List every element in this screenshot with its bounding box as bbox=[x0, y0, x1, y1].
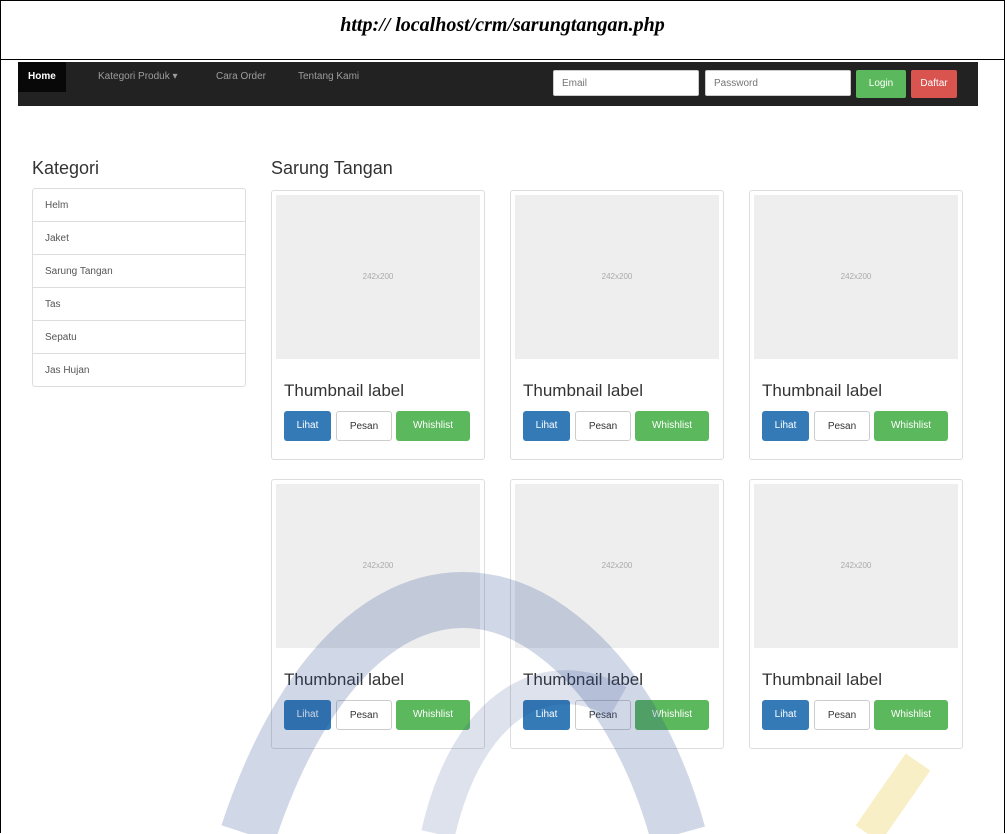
wishlist-button[interactable]: Whishlist bbox=[874, 411, 948, 441]
product-label: Thumbnail label bbox=[284, 381, 405, 400]
product-image-placeholder: 242x200 bbox=[515, 484, 719, 648]
navbar: Home Kategori Produk ▾ Cara Order Tentan… bbox=[18, 62, 978, 106]
product-label: Thumbnail label bbox=[762, 670, 883, 689]
sidebar-item-jaket[interactable]: Jaket bbox=[32, 221, 246, 255]
order-button[interactable]: Pesan bbox=[336, 411, 392, 441]
sidebar-item-sarung-tangan[interactable]: Sarung Tangan bbox=[32, 254, 246, 288]
page-screenshot: Home Kategori Produk ▾ Cara Order Tentan… bbox=[18, 62, 987, 834]
sidebar-item-helm[interactable]: Helm bbox=[32, 188, 246, 222]
nav-tentang-kami[interactable]: Tentang Kami bbox=[288, 62, 369, 92]
sidebar-item-sepatu[interactable]: Sepatu bbox=[32, 320, 246, 354]
product-card: 242x200 Thumbnail label Lihat Pesan Whis… bbox=[510, 190, 724, 460]
sidebar-item-tas[interactable]: Tas bbox=[32, 287, 246, 321]
email-input[interactable] bbox=[553, 70, 699, 96]
product-image-placeholder: 242x200 bbox=[276, 195, 480, 359]
view-button[interactable]: Lihat bbox=[523, 700, 570, 730]
order-button[interactable]: Pesan bbox=[814, 411, 870, 441]
view-button[interactable]: Lihat bbox=[762, 700, 809, 730]
product-image-placeholder: 242x200 bbox=[754, 195, 958, 359]
wishlist-button[interactable]: Whishlist bbox=[635, 700, 709, 730]
nav-cara-order[interactable]: Cara Order bbox=[206, 62, 276, 92]
wishlist-button[interactable]: Whishlist bbox=[396, 700, 470, 730]
order-button[interactable]: Pesan bbox=[814, 700, 870, 730]
view-button[interactable]: Lihat bbox=[284, 411, 331, 441]
product-card: 242x200 Thumbnail label Lihat Pesan Whis… bbox=[749, 479, 963, 749]
wishlist-button[interactable]: Whishlist bbox=[874, 700, 948, 730]
wishlist-button[interactable]: Whishlist bbox=[396, 411, 470, 441]
order-button[interactable]: Pesan bbox=[575, 411, 631, 441]
product-card: 242x200 Thumbnail label Lihat Pesan Whis… bbox=[749, 190, 963, 460]
product-label: Thumbnail label bbox=[523, 670, 644, 689]
password-input[interactable] bbox=[705, 70, 851, 96]
view-button[interactable]: Lihat bbox=[523, 411, 570, 441]
nav-kategori-produk[interactable]: Kategori Produk ▾ bbox=[88, 62, 188, 92]
order-button[interactable]: Pesan bbox=[575, 700, 631, 730]
product-label: Thumbnail label bbox=[523, 381, 644, 400]
order-button[interactable]: Pesan bbox=[336, 700, 392, 730]
product-card: 242x200 Thumbnail label Lihat Pesan Whis… bbox=[271, 479, 485, 749]
nav-home[interactable]: Home bbox=[18, 62, 66, 92]
view-button[interactable]: Lihat bbox=[284, 700, 331, 730]
product-image-placeholder: 242x200 bbox=[515, 195, 719, 359]
product-label: Thumbnail label bbox=[284, 670, 405, 689]
product-card: 242x200 Thumbnail label Lihat Pesan Whis… bbox=[271, 190, 485, 460]
wishlist-button[interactable]: Whishlist bbox=[635, 411, 709, 441]
product-image-placeholder: 242x200 bbox=[276, 484, 480, 648]
product-image-placeholder: 242x200 bbox=[754, 484, 958, 648]
product-card: 242x200 Thumbnail label Lihat Pesan Whis… bbox=[510, 479, 724, 749]
page-title: Sarung Tangan bbox=[271, 158, 393, 178]
register-button[interactable]: Daftar bbox=[911, 70, 957, 98]
sidebar-title: Kategori bbox=[32, 158, 100, 178]
product-label: Thumbnail label bbox=[762, 381, 883, 400]
view-button[interactable]: Lihat bbox=[762, 411, 809, 441]
login-button[interactable]: Login bbox=[856, 70, 906, 98]
url-caption: http:// localhost/crm/sarungtangan.php bbox=[0, 0, 1005, 60]
sidebar-item-jas-hujan[interactable]: Jas Hujan bbox=[32, 353, 246, 387]
category-list: Helm Jaket Sarung Tangan Tas Sepatu Jas … bbox=[32, 188, 246, 387]
